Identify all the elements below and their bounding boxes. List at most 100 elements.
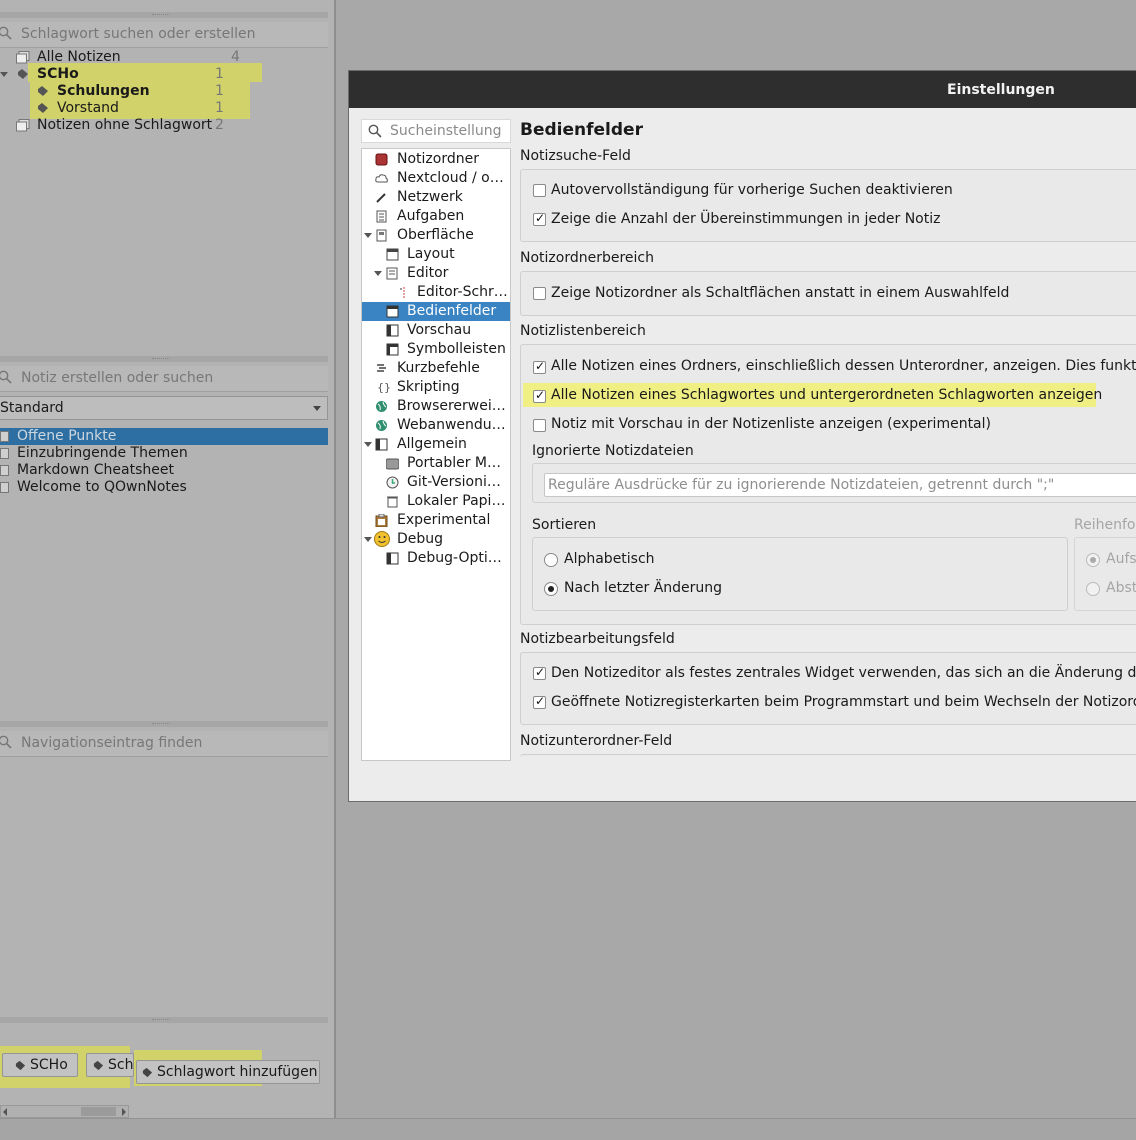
note-item[interactable]: Welcome to QOwnNotes bbox=[0, 479, 328, 496]
tag-search-input[interactable]: Schlagwort suchen oder erstellen bbox=[0, 22, 328, 48]
tree-label: Experimental bbox=[397, 512, 491, 528]
tree-item-git-versionierung[interactable]: Git-Versioni… bbox=[362, 473, 510, 492]
tree-item-allgemein[interactable]: Allgemein bbox=[362, 435, 510, 454]
tree-item-editor-schrift[interactable]: Editor-Schr… bbox=[362, 283, 510, 302]
scroll-right-arrow-icon[interactable] bbox=[122, 1108, 126, 1116]
tree-label: Allgemein bbox=[397, 436, 467, 452]
note-folder-select[interactable]: Standard bbox=[0, 396, 328, 420]
settings-search-input[interactable]: Sucheinstellung bbox=[361, 119, 511, 143]
tree-label: Editor-Schr… bbox=[417, 284, 508, 300]
show-matches-checkbox[interactable] bbox=[533, 211, 546, 226]
note-item[interactable]: Offene Punkte bbox=[0, 428, 328, 445]
splitter-handle[interactable] bbox=[0, 356, 328, 362]
tasks-icon bbox=[376, 210, 387, 223]
autocomplete-checkbox[interactable] bbox=[533, 184, 546, 197]
expand-arrow-icon[interactable] bbox=[364, 537, 372, 542]
splitter-handle[interactable] bbox=[0, 1017, 328, 1023]
sort-alphabetical-radio[interactable] bbox=[544, 553, 558, 567]
horizontal-scrollbar[interactable] bbox=[0, 1105, 129, 1118]
tree-label: Netzwerk bbox=[397, 189, 463, 205]
tree-item-aufgaben[interactable]: Aufgaben bbox=[362, 207, 510, 226]
tree-label: Symbolleisten bbox=[407, 341, 506, 357]
settings-content: Bedienfelder Notizsuche-Feld Autovervoll… bbox=[519, 116, 1136, 756]
expand-arrow-icon[interactable] bbox=[0, 72, 8, 77]
tree-label: Skripting bbox=[397, 379, 460, 395]
dialog-title: Einstellungen bbox=[947, 82, 1055, 98]
folder-buttons-checkbox[interactable] bbox=[533, 287, 546, 300]
tree-label: Browsererwei… bbox=[397, 398, 506, 414]
note-item[interactable]: Einzubringende Themen bbox=[0, 445, 328, 462]
navigation-search-input[interactable]: Navigationseintrag finden bbox=[0, 731, 328, 757]
tree-item-nextcloud[interactable]: Nextcloud / o… bbox=[362, 169, 510, 188]
scroll-left-arrow-icon[interactable] bbox=[3, 1108, 7, 1116]
tree-item-editor[interactable]: Editor bbox=[362, 264, 510, 283]
scrollbar-thumb[interactable] bbox=[81, 1107, 116, 1116]
central-widget-checkbox[interactable] bbox=[533, 665, 546, 680]
tree-label: Layout bbox=[407, 246, 455, 262]
tag-item-all-notes[interactable]: Alle Notizen 4 bbox=[16, 49, 328, 66]
layout-icon bbox=[386, 248, 399, 261]
tree-item-layout[interactable]: Layout bbox=[362, 245, 510, 264]
tree-item-kurzbefehle[interactable]: Kurzbefehle bbox=[362, 359, 510, 378]
tree-label: Editor bbox=[407, 265, 449, 281]
expand-arrow-icon[interactable] bbox=[364, 442, 372, 447]
note-title: Welcome to QOwnNotes bbox=[17, 479, 187, 495]
ignored-files-input[interactable]: Reguläre Ausdrücke für zu ignorierende N… bbox=[544, 473, 1136, 497]
order-descending-radio[interactable] bbox=[1086, 582, 1100, 596]
tag-item-vorstand[interactable]: Vorstand 1 bbox=[0, 100, 328, 117]
note-tag-button-scho[interactable]: SCHo bbox=[2, 1053, 78, 1077]
tag-item-schulungen[interactable]: Schulungen 1 bbox=[0, 83, 328, 100]
group-subfolder bbox=[520, 754, 1136, 756]
all-subtags-checkbox[interactable] bbox=[533, 388, 546, 403]
plug-icon bbox=[376, 193, 386, 203]
tag-item-untagged[interactable]: Notizen ohne Schlagwort 2 bbox=[16, 117, 328, 134]
preview-in-list-label: Notiz mit Vorschau in der Notizenliste a… bbox=[551, 416, 991, 432]
tree-item-webanwendung[interactable]: Webanwendu… bbox=[362, 416, 510, 435]
tree-item-debug[interactable]: Debug bbox=[362, 530, 510, 549]
tree-item-portabler-modus[interactable]: Portabler M… bbox=[362, 454, 510, 473]
splitter-handle[interactable] bbox=[0, 12, 328, 18]
order-ascending-radio[interactable] bbox=[1086, 553, 1100, 567]
note-tag-button-schulungen[interactable]: Sch bbox=[86, 1053, 134, 1077]
expand-arrow-icon[interactable] bbox=[364, 233, 372, 238]
tree-item-netzwerk[interactable]: Netzwerk bbox=[362, 188, 510, 207]
tag-item-scho[interactable]: SCHo 1 bbox=[0, 66, 328, 83]
status-bar bbox=[0, 1118, 1136, 1140]
tree-label: Portabler M… bbox=[407, 455, 502, 471]
panels-icon bbox=[386, 305, 399, 318]
all-subfolders-checkbox[interactable] bbox=[533, 359, 546, 374]
sort-group: Alphabetisch Nach letzter Änderung bbox=[532, 537, 1068, 611]
group-note-folder: Zeige Notizordner als Schaltflächen anst… bbox=[520, 271, 1136, 316]
tag-icon bbox=[18, 69, 28, 79]
tree-item-lokaler-papierkorb[interactable]: Lokaler Papi… bbox=[362, 492, 510, 511]
all-subfolders-label: Alle Notizen eines Ordners, einschließli… bbox=[551, 358, 1136, 374]
note-search-input[interactable]: Notiz erstellen oder suchen bbox=[0, 366, 328, 392]
note-search-placeholder: Notiz erstellen oder suchen bbox=[21, 370, 214, 386]
notes-stack-icon bbox=[16, 119, 30, 132]
group-note-search: Autovervollständigung für vorherige Such… bbox=[520, 169, 1136, 242]
dialog-titlebar[interactable]: Einstellungen bbox=[349, 71, 1136, 108]
restore-tabs-checkbox[interactable] bbox=[533, 694, 546, 709]
tree-item-symbolleisten[interactable]: Symbolleisten bbox=[362, 340, 510, 359]
splitter-handle[interactable] bbox=[0, 721, 328, 727]
preview-in-list-checkbox[interactable] bbox=[533, 419, 546, 432]
tree-item-oberflaeche[interactable]: Oberfläche bbox=[362, 226, 510, 245]
group-title-note-folder: Notizordnerbereich bbox=[520, 250, 654, 266]
autocomplete-label: Autovervollständigung für vorherige Such… bbox=[551, 182, 953, 198]
tree-item-browsererweiterung[interactable]: Browsererwei… bbox=[362, 397, 510, 416]
central-widget-label: Den Notizeditor als festes zentrales Wid… bbox=[551, 665, 1136, 681]
tree-item-experimental[interactable]: Experimental bbox=[362, 511, 510, 530]
add-tag-button[interactable]: Schlagwort hinzufügen bbox=[136, 1060, 320, 1084]
settings-dialog: Einstellungen Sucheinstellung Notizordne… bbox=[348, 70, 1136, 802]
history-icon bbox=[386, 476, 399, 489]
tree-item-bedienfelder[interactable]: Bedienfelder bbox=[362, 302, 510, 321]
expand-arrow-icon[interactable] bbox=[374, 271, 382, 276]
tree-item-debug-optionen[interactable]: Debug-Opti… bbox=[362, 549, 510, 568]
note-icon bbox=[0, 482, 9, 493]
note-item[interactable]: Markdown Cheatsheet bbox=[0, 462, 328, 479]
sort-last-modified-radio[interactable] bbox=[544, 582, 558, 596]
tree-item-notizordner[interactable]: Notizordner bbox=[362, 150, 510, 169]
tag-count: 1 bbox=[215, 100, 224, 116]
tree-item-skripting[interactable]: {} Skripting bbox=[362, 378, 510, 397]
tree-item-vorschau[interactable]: Vorschau bbox=[362, 321, 510, 340]
